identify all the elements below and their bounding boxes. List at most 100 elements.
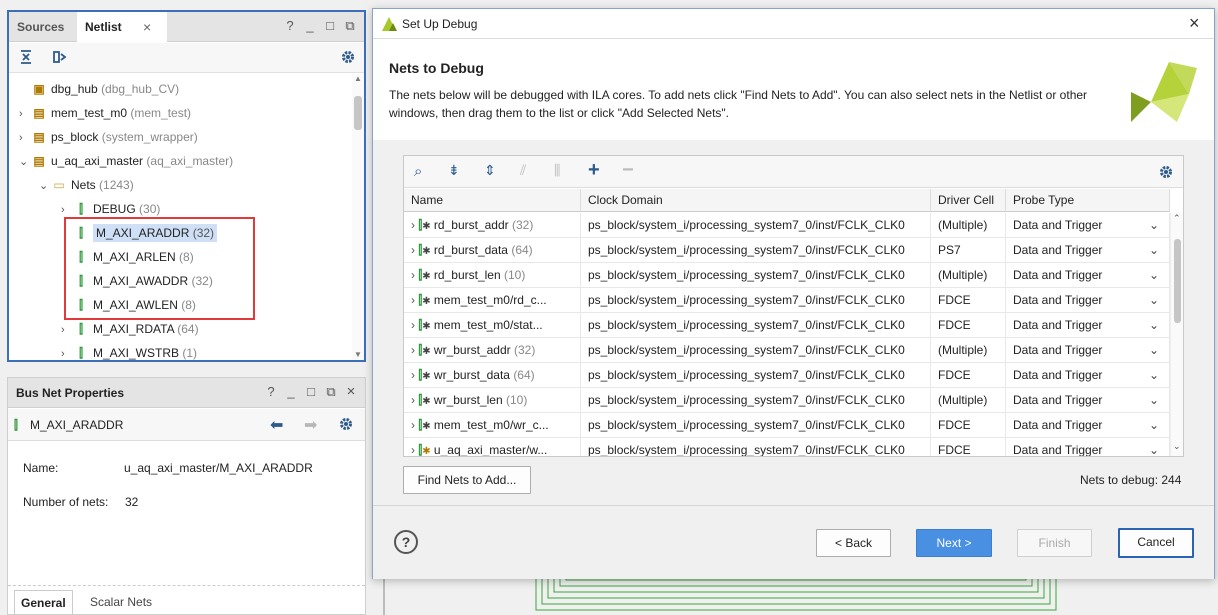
probe-type-select[interactable]: Data and Trigger ⌄	[1006, 213, 1170, 238]
debug-bug-icon: ✱	[422, 221, 431, 232]
table-scrollbar[interactable]: ⌃ ⌄	[1170, 213, 1183, 456]
close-icon[interactable]: ×	[143, 12, 151, 42]
chevron-right-icon: ›	[411, 293, 415, 307]
table-row[interactable]: › ⫿✱ rd_burst_data (64) ps_block/system_…	[404, 238, 1170, 263]
tree-item-ps-block[interactable]: › ▤ ps_block (system_wrapper)	[19, 126, 198, 148]
clock-cell: ps_block/system_i/processing_system7_0/i…	[581, 238, 931, 263]
netlist-scrollbar[interactable]: ▲ ▼	[352, 74, 364, 360]
table-row[interactable]: › ⫿✱ rd_burst_len (10) ps_block/system_i…	[404, 263, 1170, 288]
maximize-icon[interactable]: □	[323, 19, 337, 33]
search-icon[interactable]: ⌕	[414, 163, 422, 180]
tab-sources[interactable]: Sources	[9, 12, 72, 42]
gear-icon[interactable]	[338, 416, 354, 435]
float-icon[interactable]: ⧉	[324, 385, 338, 399]
minimize-icon[interactable]: _	[303, 19, 317, 33]
tab-scalar-nets[interactable]: Scalar Nets	[84, 590, 158, 614]
cancel-button[interactable]: Cancel	[1118, 528, 1194, 558]
scrollbar-thumb[interactable]	[1174, 239, 1181, 323]
maximize-icon[interactable]: □	[304, 385, 318, 399]
nets-to-debug-count: Nets to debug: 244	[1080, 473, 1182, 487]
probe-type-select[interactable]: Data and Trigger ⌄	[1006, 313, 1170, 338]
table-row[interactable]: › ⫿✱ wr_burst_len (10) ps_block/system_i…	[404, 388, 1170, 413]
table-row[interactable]: › ⫿✱ mem_test_m0/rd_c... ps_block/system…	[404, 288, 1170, 313]
gear-icon[interactable]	[1158, 164, 1174, 183]
table-row[interactable]: › ⫿✱ u_aq_axi_master/w... ps_block/syste…	[404, 438, 1170, 456]
tree-item-m-axi-wstrb[interactable]: › ⫿ M_AXI_WSTRB (1)	[61, 342, 197, 364]
remove-icon[interactable]: −	[622, 159, 634, 182]
probe-type-select[interactable]: Data and Trigger ⌄	[1006, 288, 1170, 313]
help-icon[interactable]: ?	[394, 530, 418, 554]
num-nets-value: 32	[125, 495, 139, 509]
chevron-right-icon[interactable]: ›	[19, 127, 31, 149]
probe-type-select[interactable]: Data and Trigger ⌄	[1006, 363, 1170, 388]
probe-type-select[interactable]: Data and Trigger ⌄	[1006, 338, 1170, 363]
tree-item-detail: (30)	[139, 202, 161, 216]
tab-general[interactable]: General	[14, 590, 73, 614]
scroll-down-icon[interactable]: ▼	[354, 350, 362, 359]
arrow-left-icon[interactable]: ⬅	[270, 415, 283, 435]
close-icon[interactable]: ×	[1189, 13, 1200, 34]
col-name[interactable]: Name	[404, 189, 581, 212]
chevron-down-icon: ⌄	[1148, 293, 1159, 307]
chevron-right-icon: ›	[411, 218, 415, 232]
expand-icon[interactable]: ⇕	[484, 162, 496, 179]
driver-cell: (Multiple)	[931, 213, 1006, 238]
bus-icon[interactable]: ⫼	[554, 162, 560, 179]
col-driver-cell[interactable]: Driver Cell	[931, 189, 1006, 212]
gear-icon[interactable]	[339, 49, 357, 67]
finish-button[interactable]: Finish	[1017, 529, 1092, 557]
tree-item-dbg-hub[interactable]: ▣ dbg_hub (dbg_hub_CV)	[19, 78, 179, 100]
help-icon[interactable]: ?	[283, 19, 297, 33]
float-icon[interactable]: ⧉	[343, 19, 357, 33]
collapse-all-icon[interactable]	[17, 49, 35, 67]
tree-item-m-axi-rdata[interactable]: › ⫿ M_AXI_RDATA (64)	[61, 318, 199, 340]
tree-item-mem-test-m0[interactable]: › ▤ mem_test_m0 (mem_test)	[19, 102, 191, 124]
chevron-right-icon[interactable]: ›	[61, 319, 73, 341]
chevron-down-icon[interactable]: ⌄	[39, 175, 51, 197]
clock-cell: ps_block/system_i/processing_system7_0/i…	[581, 388, 931, 413]
back-button[interactable]: < Back	[816, 529, 891, 557]
find-nets-button[interactable]: Find Nets to Add...	[403, 466, 531, 494]
dialog-title: Set Up Debug	[402, 17, 478, 31]
collapse-icon[interactable]: ⇟	[448, 162, 460, 179]
debug-bug-icon: ✱	[422, 246, 431, 257]
probe-type-select[interactable]: Data and Trigger ⌄	[1006, 413, 1170, 438]
table-row[interactable]: › ⫿✱ wr_burst_data (64) ps_block/system_…	[404, 363, 1170, 388]
probe-type-select[interactable]: Data and Trigger ⌄	[1006, 238, 1170, 263]
dialog-titlebar: Set Up Debug ×	[373, 9, 1214, 39]
close-icon[interactable]: ×	[344, 384, 358, 399]
table-row[interactable]: › ⫿✱ wr_burst_addr (32) ps_block/system_…	[404, 338, 1170, 363]
net-name-cell: › ⫿✱ mem_test_m0/rd_c...	[404, 288, 581, 313]
chevron-down-icon[interactable]: ⌄	[19, 151, 31, 173]
expand-all-icon[interactable]	[51, 49, 69, 67]
scrollbar-thumb[interactable]	[354, 96, 362, 130]
table-row[interactable]: › ⫿✱ mem_test_m0/wr_c... ps_block/system…	[404, 413, 1170, 438]
minimize-icon[interactable]: _	[284, 385, 298, 399]
tree-item-nets[interactable]: ⌄ ▭ Nets (1243)	[39, 174, 134, 196]
driver-cell: FDCE	[931, 313, 1006, 338]
net-name-cell: › ⫿✱ wr_burst_addr (32)	[404, 338, 581, 363]
col-clock-domain[interactable]: Clock Domain	[581, 189, 931, 212]
arrow-right-icon[interactable]: ➡	[304, 415, 317, 435]
table-row[interactable]: › ⫿✱ mem_test_m0/stat... ps_block/system…	[404, 313, 1170, 338]
nets-table: ⌕ ⇟ ⇕ ⫽ ⫼ + − Name Clock Domain Driver C…	[403, 155, 1184, 457]
scroll-up-icon[interactable]: ⌃	[1173, 213, 1181, 224]
help-icon[interactable]: ?	[264, 385, 278, 399]
chevron-right-icon[interactable]: ›	[61, 343, 73, 365]
next-button[interactable]: Next >	[916, 529, 992, 557]
add-icon[interactable]: +	[588, 159, 600, 182]
scroll-up-icon[interactable]: ▲	[354, 74, 362, 83]
split-icon[interactable]: ⫽	[520, 162, 526, 179]
col-probe-type[interactable]: Probe Type	[1006, 189, 1170, 212]
tab-netlist[interactable]: Netlist ×	[77, 12, 167, 42]
probe-type-select[interactable]: Data and Trigger ⌄	[1006, 388, 1170, 413]
chevron-right-icon[interactable]: ›	[19, 103, 31, 125]
scroll-down-icon[interactable]: ⌄	[1173, 441, 1181, 452]
net-name-cell: › ⫿✱ mem_test_m0/wr_c...	[404, 413, 581, 438]
probe-type-select[interactable]: Data and Trigger ⌄	[1006, 263, 1170, 288]
name-value: u_aq_axi_master/M_AXI_ARADDR	[124, 461, 313, 475]
clock-cell: ps_block/system_i/processing_system7_0/i…	[581, 413, 931, 438]
probe-type-select[interactable]: Data and Trigger ⌄	[1006, 438, 1170, 456]
table-row[interactable]: › ⫿✱ rd_burst_addr (32) ps_block/system_…	[404, 213, 1170, 238]
tree-item-u-aq-axi-master[interactable]: ⌄ ▤ u_aq_axi_master (aq_axi_master)	[19, 150, 233, 172]
